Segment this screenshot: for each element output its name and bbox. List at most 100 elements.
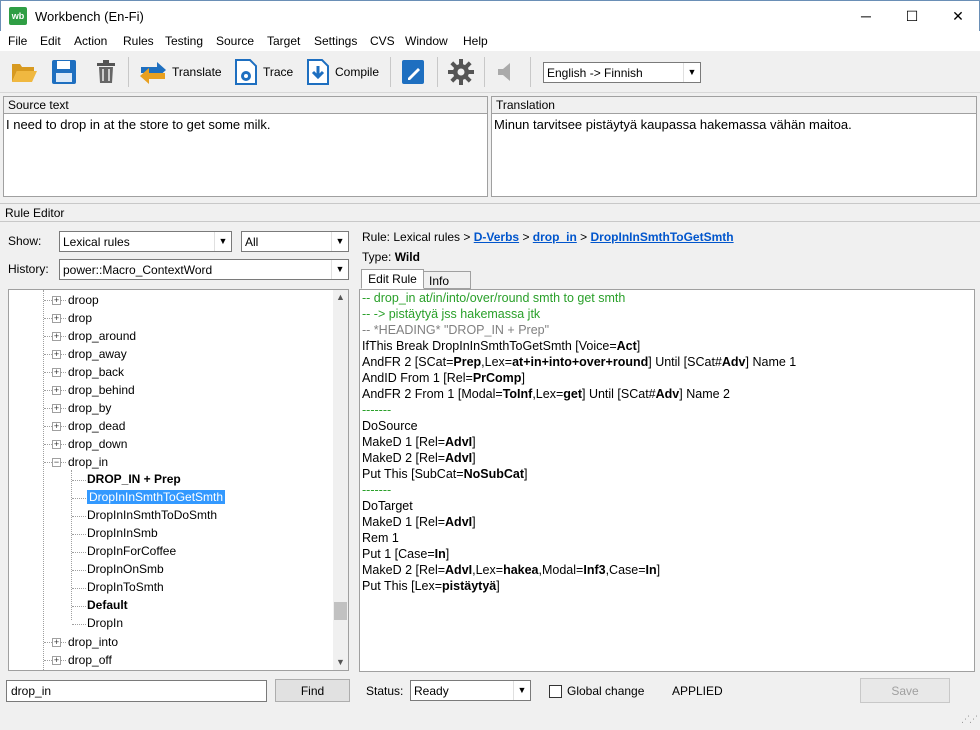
code-token: Put 1 [Case=: [362, 547, 435, 561]
tree-line: [72, 552, 86, 553]
menu-settings[interactable]: Settings: [314, 34, 357, 48]
compile-label[interactable]: Compile: [335, 65, 379, 79]
tree-scrollbar[interactable]: ▲ ▼: [333, 290, 348, 670]
global-change-checkbox[interactable]: [549, 685, 562, 698]
expand-icon[interactable]: +: [52, 332, 61, 341]
tree-node[interactable]: + drop_down: [9, 435, 329, 453]
tree-leaf[interactable]: DropIn: [9, 615, 329, 633]
menu-edit[interactable]: Edit: [40, 34, 61, 48]
breadcrumb-link-rule[interactable]: DropInInSmthToGetSmth: [591, 230, 734, 244]
search-input[interactable]: drop_in: [6, 680, 267, 702]
tree-node[interactable]: + droop: [9, 291, 329, 309]
save-button[interactable]: Save: [860, 678, 950, 703]
code-token: AndFR 2 [SCat=: [362, 355, 454, 369]
rule-tree[interactable]: + droop + drop + drop_around + drop_away + drop_b…: [8, 289, 349, 671]
expand-icon[interactable]: +: [52, 422, 61, 431]
trace-label[interactable]: Trace: [263, 65, 293, 79]
rule-editor-title: Rule Editor: [5, 206, 65, 220]
tree-node[interactable]: + drop_into: [9, 633, 329, 651]
tree-leaf[interactable]: Default: [9, 597, 329, 615]
maximize-button[interactable]: ☐: [889, 1, 935, 32]
code-token: -- -> pistäytyä jss hakemassa jtk: [362, 307, 541, 321]
code-token: Act: [616, 339, 637, 353]
tree-node[interactable]: + drop_around: [9, 327, 329, 345]
show-value: Lexical rules: [63, 235, 130, 249]
gear-icon[interactable]: [447, 58, 475, 86]
expand-icon[interactable]: +: [52, 296, 61, 305]
menu-file[interactable]: File: [8, 34, 27, 48]
tree-node-label: drop_dead: [68, 419, 126, 433]
notebook-icon[interactable]: [399, 58, 427, 86]
tree-node[interactable]: + drop_by: [9, 399, 329, 417]
breadcrumb-link-category[interactable]: D-Verbs: [474, 230, 519, 244]
tree-node[interactable]: + drop_dead: [9, 417, 329, 435]
menu-help[interactable]: Help: [463, 34, 488, 48]
menu-source[interactable]: Source: [216, 34, 254, 48]
menu-testing[interactable]: Testing: [165, 34, 203, 48]
menu-window[interactable]: Window: [405, 34, 448, 48]
scroll-up-icon[interactable]: ▲: [336, 292, 345, 302]
expand-icon[interactable]: +: [52, 314, 61, 323]
tree-node[interactable]: − drop_in: [9, 453, 329, 471]
tree-node[interactable]: + drop_behind: [9, 381, 329, 399]
tree-node-label: drop_down: [68, 437, 128, 451]
trash-icon[interactable]: [92, 58, 120, 86]
type-value: Wild: [394, 250, 420, 264]
tree-leaf[interactable]: DROP_IN + Prep: [9, 471, 329, 489]
translate-icon[interactable]: [137, 58, 169, 86]
code-token: AndFR 2 From 1 [Modal=: [362, 387, 503, 401]
tree-node[interactable]: + drop_away: [9, 345, 329, 363]
scroll-down-icon[interactable]: ▼: [336, 657, 345, 667]
resize-grip-icon[interactable]: ⋰⋰: [961, 714, 978, 725]
toolbar: Translate Trace Compile English -> Finni…: [0, 51, 980, 93]
history-select[interactable]: power::Macro_ContextWord ▼: [59, 259, 349, 280]
compile-icon[interactable]: [304, 58, 332, 86]
tree-leaf[interactable]: DropInOnSmb: [9, 561, 329, 579]
tree-leaf[interactable]: DropInInSmthToGetSmth: [9, 489, 329, 507]
save-icon[interactable]: [50, 58, 78, 86]
folder-open-icon[interactable]: [10, 58, 38, 86]
status-select[interactable]: Ready ▼: [410, 680, 531, 701]
trace-icon[interactable]: [232, 58, 260, 86]
tree-node[interactable]: + drop_off: [9, 651, 329, 669]
expand-icon[interactable]: +: [52, 638, 61, 647]
tree-node[interactable]: + drop_back: [9, 363, 329, 381]
translate-label[interactable]: Translate: [172, 65, 222, 79]
expand-icon[interactable]: +: [52, 440, 61, 449]
expand-icon[interactable]: +: [52, 386, 61, 395]
menu-target[interactable]: Target: [267, 34, 300, 48]
close-button[interactable]: ✕: [935, 1, 980, 32]
tree-node-label: drop_away: [68, 347, 127, 361]
expand-icon[interactable]: +: [52, 404, 61, 413]
expand-icon[interactable]: +: [52, 656, 61, 665]
menu-action[interactable]: Action: [74, 34, 107, 48]
expand-icon[interactable]: +: [52, 368, 61, 377]
expand-icon[interactable]: +: [52, 350, 61, 359]
filter-select[interactable]: All ▼: [241, 231, 349, 252]
source-text-field[interactable]: I need to drop in at the store to get so…: [4, 114, 487, 135]
find-button[interactable]: Find: [275, 679, 350, 702]
tree-leaf[interactable]: DropInToSmth: [9, 579, 329, 597]
rule-code-editor[interactable]: -- drop_in at/in/into/over/round smth to…: [359, 289, 975, 672]
tree-leaf[interactable]: DropInInSmb: [9, 525, 329, 543]
code-line: MakeD 2 [Rel=AdvI]: [362, 451, 476, 465]
language-pair-select[interactable]: English -> Finnish ▼: [543, 62, 701, 83]
translation-field[interactable]: Minun tarvitsee pistäytyä kaupassa hakem…: [492, 114, 976, 135]
tree-leaf-label: DropIn: [87, 616, 124, 630]
tree-node[interactable]: + drop: [9, 309, 329, 327]
code-token: ToInf: [502, 387, 533, 401]
code-token: AdvI: [445, 563, 473, 577]
breadcrumb-link-word[interactable]: drop_in: [533, 230, 577, 244]
tab-info[interactable]: Info: [424, 271, 471, 289]
tree-leaf[interactable]: DropInInSmthToDoSmth: [9, 507, 329, 525]
collapse-icon[interactable]: −: [52, 458, 61, 467]
chevron-down-icon: ▼: [331, 232, 348, 251]
menu-rules[interactable]: Rules: [123, 34, 154, 48]
menu-cvs[interactable]: CVS: [370, 34, 395, 48]
scroll-thumb[interactable]: [334, 602, 347, 620]
tree-leaf[interactable]: DropInForCoffee: [9, 543, 329, 561]
minimize-button[interactable]: ─: [843, 1, 889, 32]
code-token: MakeD 1 [Rel=: [362, 435, 446, 449]
tab-edit-rule[interactable]: Edit Rule: [361, 269, 424, 289]
show-select[interactable]: Lexical rules ▼: [59, 231, 232, 252]
